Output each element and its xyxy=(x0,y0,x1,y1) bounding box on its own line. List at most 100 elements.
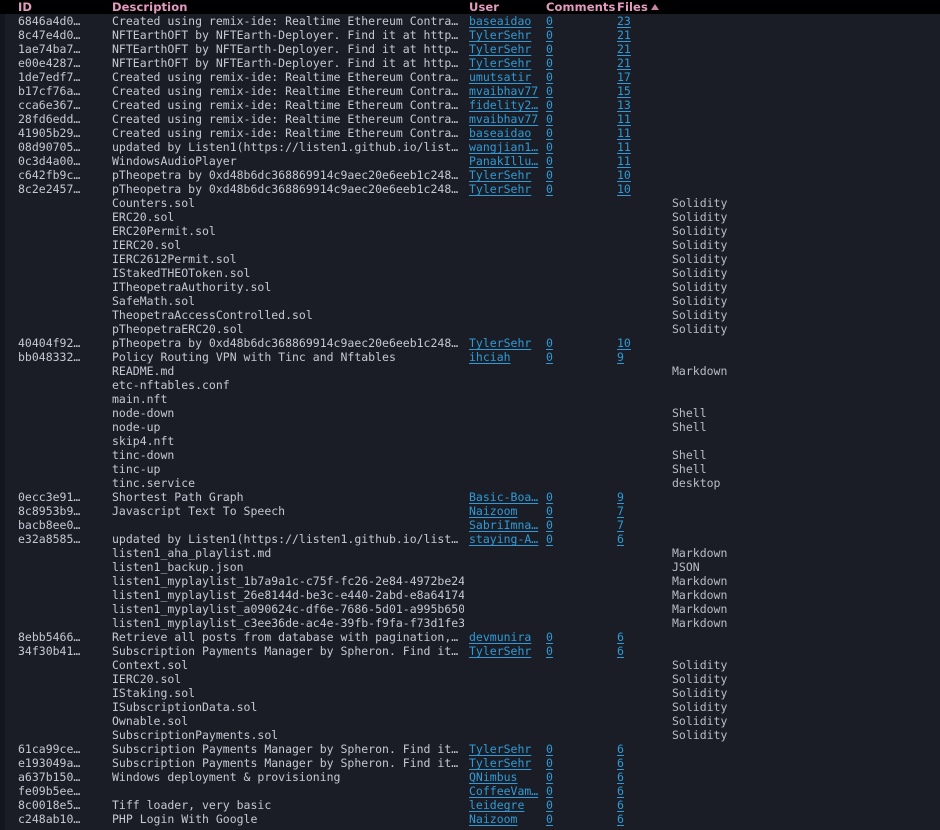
user-link[interactable]: mvaibhav77 xyxy=(469,112,538,126)
cell-comments: 0 xyxy=(546,14,612,28)
cell-filename: pTheopetraERC20.sol xyxy=(112,322,244,336)
files-link[interactable]: 10 xyxy=(617,336,631,350)
user-link[interactable]: baseaidao xyxy=(469,14,531,28)
files-link[interactable]: 21 xyxy=(617,28,631,42)
cell-id: e32a8585… xyxy=(18,532,81,546)
comments-link[interactable]: 0 xyxy=(546,812,553,826)
files-link[interactable]: 11 xyxy=(617,154,631,168)
comments-link[interactable]: 0 xyxy=(546,168,553,182)
cell-filetype: Markdown xyxy=(672,546,728,560)
files-link[interactable]: 6 xyxy=(617,798,624,812)
user-link[interactable]: TylerSehr xyxy=(469,168,531,182)
files-link[interactable]: 6 xyxy=(617,812,624,826)
cell-files: 6 xyxy=(617,798,669,812)
files-link[interactable]: 6 xyxy=(617,644,624,658)
user-link[interactable]: TylerSehr xyxy=(469,182,531,196)
comments-link[interactable]: 0 xyxy=(546,154,553,168)
user-link[interactable]: baseaidao xyxy=(469,126,531,140)
files-link[interactable]: 9 xyxy=(617,350,624,364)
column-header-id[interactable]: ID xyxy=(18,0,32,14)
cell-id: e00e4287… xyxy=(18,56,81,70)
user-link[interactable]: Basic-Boa… xyxy=(469,490,538,504)
cell-filename: tinc.service xyxy=(112,476,196,490)
comments-link[interactable]: 0 xyxy=(546,126,553,140)
files-link[interactable]: 13 xyxy=(617,98,631,112)
comments-link[interactable]: 0 xyxy=(546,518,553,532)
user-link[interactable]: ihciah xyxy=(469,350,511,364)
comments-link[interactable]: 0 xyxy=(546,770,553,784)
comments-link[interactable]: 0 xyxy=(546,56,553,70)
cell-description: Created using remix-ide: Realtime Ethere… xyxy=(112,14,459,28)
comments-link[interactable]: 0 xyxy=(546,70,553,84)
files-link[interactable]: 11 xyxy=(617,112,631,126)
cell-user: PanakIllu… xyxy=(469,154,543,168)
user-link[interactable]: CoffeeVam… xyxy=(469,784,538,798)
files-link[interactable]: 11 xyxy=(617,126,631,140)
cell-filename: SafeMath.sol xyxy=(112,294,196,308)
comments-link[interactable]: 0 xyxy=(546,784,553,798)
comments-link[interactable]: 0 xyxy=(546,112,553,126)
comments-link[interactable]: 0 xyxy=(546,350,553,364)
comments-link[interactable]: 0 xyxy=(546,644,553,658)
files-link[interactable]: 7 xyxy=(617,504,624,518)
user-link[interactable]: TylerSehr xyxy=(469,28,531,42)
user-link[interactable]: TylerSehr xyxy=(469,756,531,770)
cell-description: pTheopetra by 0xd48b6dc368869914c9aec20e… xyxy=(112,182,459,196)
files-link[interactable]: 7 xyxy=(617,518,624,532)
files-link[interactable]: 10 xyxy=(617,168,631,182)
user-link[interactable]: TylerSehr xyxy=(469,742,531,756)
files-link[interactable]: 17 xyxy=(617,70,631,84)
column-header-comments[interactable]: Comments xyxy=(546,0,615,14)
files-link[interactable]: 15 xyxy=(617,84,631,98)
files-link[interactable]: 6 xyxy=(617,742,624,756)
comments-link[interactable]: 0 xyxy=(546,182,553,196)
comments-link[interactable]: 0 xyxy=(546,42,553,56)
comments-link[interactable]: 0 xyxy=(546,630,553,644)
user-link[interactable]: TylerSehr xyxy=(469,56,531,70)
cell-files: 10 xyxy=(617,168,669,182)
comments-link[interactable]: 0 xyxy=(546,14,553,28)
comments-link[interactable]: 0 xyxy=(546,798,553,812)
files-link[interactable]: 10 xyxy=(617,182,631,196)
comments-link[interactable]: 0 xyxy=(546,504,553,518)
user-link[interactable]: TylerSehr xyxy=(469,644,531,658)
column-header-user[interactable]: User xyxy=(469,0,499,14)
files-link[interactable]: 21 xyxy=(617,42,631,56)
user-link[interactable]: TylerSehr xyxy=(469,42,531,56)
user-link[interactable]: PanakIllu… xyxy=(469,154,538,168)
user-link[interactable]: Naizoom xyxy=(469,504,517,518)
user-link[interactable]: Naizoom xyxy=(469,812,517,826)
comments-link[interactable]: 0 xyxy=(546,742,553,756)
files-link[interactable]: 6 xyxy=(617,532,624,546)
files-link[interactable]: 11 xyxy=(617,140,631,154)
user-link[interactable]: umutsatir xyxy=(469,70,531,84)
user-link[interactable]: QNimbus xyxy=(469,770,517,784)
user-link[interactable]: leidegre xyxy=(469,798,524,812)
user-link[interactable]: devmunira xyxy=(469,630,531,644)
comments-link[interactable]: 0 xyxy=(546,756,553,770)
comments-link[interactable]: 0 xyxy=(546,28,553,42)
user-link[interactable]: TylerSehr xyxy=(469,336,531,350)
user-link[interactable]: SabriImna… xyxy=(469,518,538,532)
comments-link[interactable]: 0 xyxy=(546,490,553,504)
comments-link[interactable]: 0 xyxy=(546,84,553,98)
comments-link[interactable]: 0 xyxy=(546,532,553,546)
comments-link[interactable]: 0 xyxy=(546,336,553,350)
files-link[interactable]: 21 xyxy=(617,56,631,70)
files-link[interactable]: 6 xyxy=(617,630,624,644)
files-link[interactable]: 6 xyxy=(617,784,624,798)
cell-user: devmunira xyxy=(469,630,543,644)
comments-link[interactable]: 0 xyxy=(546,140,553,154)
column-header-files[interactable]: Files xyxy=(617,0,659,14)
user-link[interactable]: fidelity2… xyxy=(469,98,538,112)
files-link[interactable]: 6 xyxy=(617,756,624,770)
column-header-description[interactable]: Description xyxy=(112,0,187,14)
user-link[interactable]: mvaibhav77 xyxy=(469,84,538,98)
files-link[interactable]: 9 xyxy=(617,490,624,504)
user-link[interactable]: wangjian1… xyxy=(469,140,538,154)
comments-link[interactable]: 0 xyxy=(546,98,553,112)
files-link[interactable]: 6 xyxy=(617,770,624,784)
files-link[interactable]: 23 xyxy=(617,14,631,28)
cell-filetype: Shell xyxy=(672,420,707,434)
user-link[interactable]: staying-A… xyxy=(469,532,538,546)
